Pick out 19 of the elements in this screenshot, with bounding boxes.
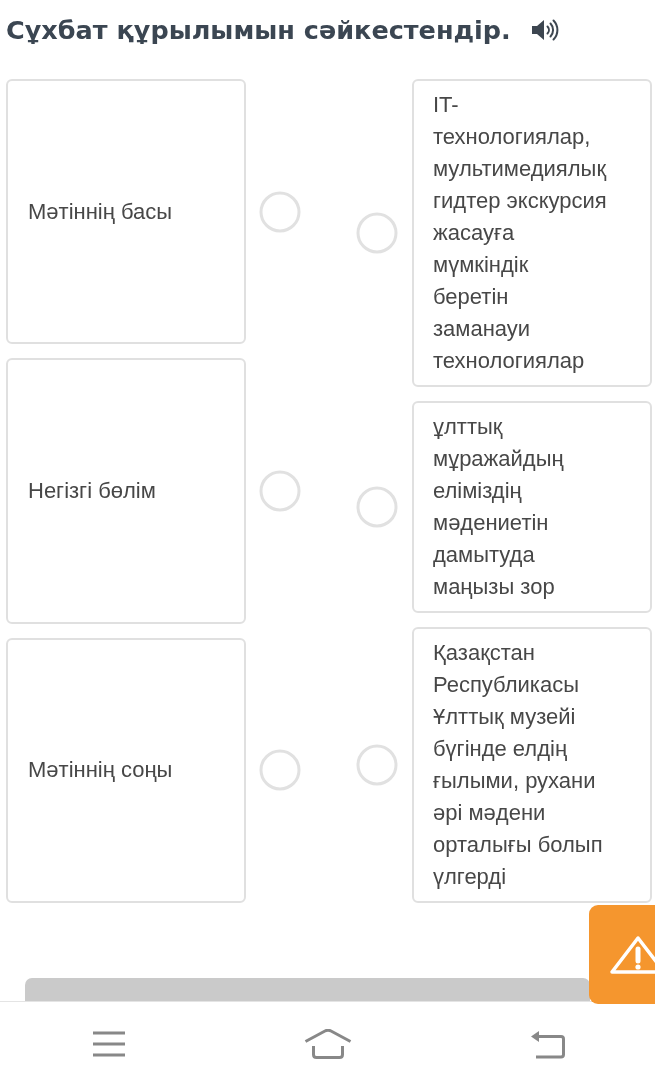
warning-icon: [610, 934, 655, 975]
warning-button[interactable]: [589, 905, 655, 1004]
answer-card[interactable]: ұлттық мұражайдың еліміздің мәдениетін дамытуда маңызы зор: [412, 401, 652, 613]
menu-icon[interactable]: [92, 1030, 126, 1057]
match-card[interactable]: Негізгі бөлім: [6, 358, 246, 624]
question-title: Сұхбат құрылымын сәйкестендір.: [6, 14, 511, 47]
ring-icon[interactable]: [356, 744, 398, 786]
ring-icon[interactable]: [259, 749, 301, 792]
ring-icon[interactable]: [356, 212, 398, 254]
ring-icon[interactable]: [259, 470, 301, 512]
answer-card[interactable]: IT-технологиялар, мультимедиялық гидтер экскурсия жасауға мүмкіндік беретін заманауи технологиялар: [412, 79, 652, 387]
ring-icon[interactable]: [259, 190, 301, 233]
ring-icon[interactable]: [356, 486, 398, 528]
match-card[interactable]: Мәтіннің соңы: [6, 637, 246, 903]
speaker-icon[interactable]: [530, 19, 559, 41]
back-icon[interactable]: [530, 1028, 566, 1059]
answer-card[interactable]: Қазақстан Республикасы Ұлттық музейі бүгінде елдің ғылыми, рухани әрі мәдени орталығы болып үлгерді: [412, 627, 652, 903]
home-icon[interactable]: [304, 1028, 352, 1059]
match-card[interactable]: Мәтіннің басы: [6, 79, 246, 345]
